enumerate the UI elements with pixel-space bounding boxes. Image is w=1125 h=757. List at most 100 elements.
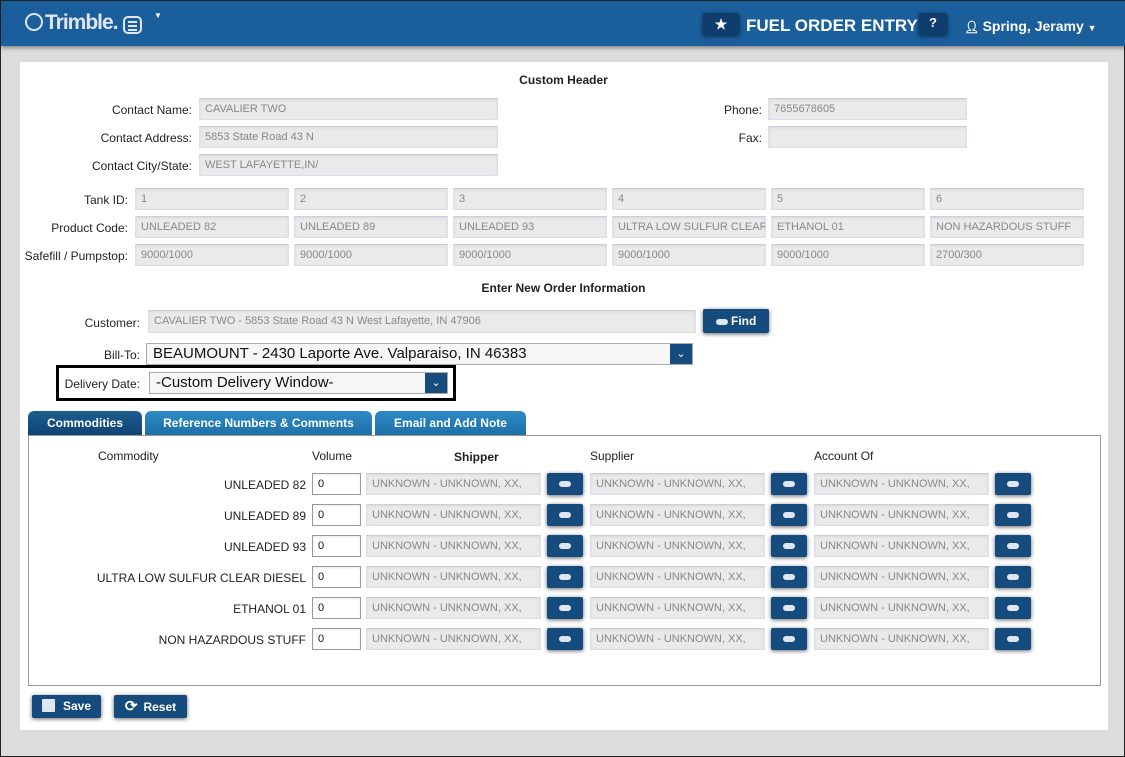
product-code-field[interactable]: NON HAZARDOUS STUFF bbox=[930, 216, 1084, 238]
tab-commodities[interactable]: Commodities bbox=[28, 411, 142, 436]
volume-input[interactable]: 0 bbox=[312, 597, 361, 619]
product-code-field[interactable]: ULTRA LOW SULFUR CLEAR DIESEL bbox=[612, 216, 766, 238]
shipper-lookup-button[interactable] bbox=[547, 628, 583, 650]
tank-id-field[interactable]: 3 bbox=[453, 188, 607, 210]
safefill-pumpstop-field[interactable]: 9000/1000 bbox=[612, 244, 766, 266]
supplier-lookup-button[interactable] bbox=[771, 473, 807, 495]
account-of-field[interactable]: UNKNOWN - UNKNOWN, XX, bbox=[814, 504, 989, 526]
phone-label: Phone: bbox=[723, 103, 762, 117]
safefill-pumpstop-field[interactable]: 9000/1000 bbox=[294, 244, 448, 266]
supplier-lookup-button[interactable] bbox=[771, 566, 807, 588]
supplier-lookup-button[interactable] bbox=[771, 628, 807, 650]
supplier-field[interactable]: UNKNOWN - UNKNOWN, XX, bbox=[590, 597, 765, 619]
product-code-field[interactable]: UNLEADED 93 bbox=[453, 216, 607, 238]
contact-name-field[interactable]: CAVALIER TWO bbox=[199, 98, 498, 120]
favorite-star-button[interactable]: ★ bbox=[703, 13, 739, 35]
supplier-field[interactable]: UNKNOWN - UNKNOWN, XX, bbox=[590, 473, 765, 495]
supplier-field[interactable]: UNKNOWN - UNKNOWN, XX, bbox=[590, 504, 765, 526]
volume-input[interactable]: 0 bbox=[312, 504, 361, 526]
binoculars-icon bbox=[1007, 481, 1019, 487]
reset-label: Reset bbox=[143, 700, 177, 714]
contact-address-field[interactable]: 5853 State Road 43 N bbox=[199, 126, 498, 148]
tab-email-note[interactable]: Email and Add Note bbox=[375, 411, 526, 436]
find-button[interactable]: Find bbox=[703, 309, 769, 333]
commodity-name: NON HAZARDOUS STUFF bbox=[158, 633, 306, 647]
shipper-field[interactable]: UNKNOWN - UNKNOWN, XX, bbox=[366, 504, 541, 526]
supplier-lookup-button[interactable] bbox=[771, 597, 807, 619]
commodity-name: UNLEADED 93 bbox=[223, 540, 306, 554]
menu-icon[interactable] bbox=[123, 16, 142, 34]
account-of-field[interactable]: UNKNOWN - UNKNOWN, XX, bbox=[814, 473, 989, 495]
shipper-lookup-button[interactable] bbox=[547, 535, 583, 557]
user-menu[interactable]: 👤︎ Spring, Jeramy ▼ bbox=[964, 18, 1097, 34]
fax-label: Fax: bbox=[738, 131, 762, 145]
tank-id-label: Tank ID: bbox=[83, 193, 128, 207]
tank-id-field[interactable]: 6 bbox=[930, 188, 1084, 210]
tank-id-field[interactable]: 4 bbox=[612, 188, 766, 210]
tank-id-field[interactable]: 5 bbox=[771, 188, 925, 210]
refresh-icon: ⟳ bbox=[124, 698, 138, 715]
safefill-pumpstop-field[interactable]: 9000/1000 bbox=[771, 244, 925, 266]
account-of-lookup-button[interactable] bbox=[995, 473, 1031, 495]
shipper-lookup-button[interactable] bbox=[547, 473, 583, 495]
shipper-field[interactable]: UNKNOWN - UNKNOWN, XX, bbox=[366, 597, 541, 619]
safefill-pumpstop-field[interactable]: 9000/1000 bbox=[453, 244, 607, 266]
billto-label: Bill-To: bbox=[103, 348, 140, 362]
product-code-field[interactable]: ETHANOL 01 bbox=[771, 216, 925, 238]
tab-reference-numbers[interactable]: Reference Numbers & Comments bbox=[145, 411, 372, 436]
account-of-field[interactable]: UNKNOWN - UNKNOWN, XX, bbox=[814, 597, 989, 619]
account-of-field[interactable]: UNKNOWN - UNKNOWN, XX, bbox=[814, 628, 989, 650]
star-icon: ★ bbox=[714, 16, 728, 32]
help-button[interactable]: ? bbox=[919, 13, 947, 35]
account-of-field[interactable]: UNKNOWN - UNKNOWN, XX, bbox=[814, 566, 989, 588]
customer-field[interactable]: CAVALIER TWO - 5853 State Road 43 N West… bbox=[148, 310, 696, 333]
fax-field[interactable] bbox=[768, 126, 967, 148]
contact-city-field[interactable]: WEST LAFAYETTE,IN/ bbox=[199, 154, 498, 176]
supplier-field[interactable]: UNKNOWN - UNKNOWN, XX, bbox=[590, 566, 765, 588]
delivery-date-label: Delivery Date: bbox=[64, 377, 140, 391]
shipper-field[interactable]: UNKNOWN - UNKNOWN, XX, bbox=[366, 628, 541, 650]
shipper-field[interactable]: UNKNOWN - UNKNOWN, XX, bbox=[366, 473, 541, 495]
supplier-header: Supplier bbox=[590, 449, 635, 463]
tank-id-field[interactable]: 2 bbox=[294, 188, 448, 210]
product-code-field[interactable]: UNLEADED 82 bbox=[135, 216, 289, 238]
volume-header: Volume bbox=[312, 449, 353, 463]
phone-field[interactable]: 7655678605 bbox=[768, 98, 967, 120]
safefill-pumpstop-field[interactable]: 2700/300 bbox=[930, 244, 1084, 266]
volume-input[interactable]: 0 bbox=[312, 628, 361, 650]
reset-button[interactable]: ⟳ Reset bbox=[114, 695, 187, 718]
shipper-lookup-button[interactable] bbox=[547, 504, 583, 526]
safefill-pumpstop-field[interactable]: 9000/1000 bbox=[135, 244, 289, 266]
account-of-field[interactable]: UNKNOWN - UNKNOWN, XX, bbox=[814, 535, 989, 557]
account-of-lookup-button[interactable] bbox=[995, 628, 1031, 650]
shipper-field[interactable]: UNKNOWN - UNKNOWN, XX, bbox=[366, 566, 541, 588]
volume-input[interactable]: 0 bbox=[312, 566, 361, 588]
supplier-field[interactable]: UNKNOWN - UNKNOWN, XX, bbox=[590, 628, 765, 650]
volume-input[interactable]: 0 bbox=[312, 473, 361, 495]
caret-down-icon[interactable]: ▼ bbox=[154, 11, 162, 20]
supplier-field[interactable]: UNKNOWN - UNKNOWN, XX, bbox=[590, 535, 765, 557]
shipper-field[interactable]: UNKNOWN - UNKNOWN, XX, bbox=[366, 535, 541, 557]
account-of-lookup-button[interactable] bbox=[995, 566, 1031, 588]
trimble-logo[interactable]: Trimble. bbox=[25, 11, 119, 35]
tank-id-field[interactable]: 1 bbox=[135, 188, 289, 210]
save-button[interactable]: Save bbox=[32, 695, 101, 718]
commodity-header: Commodity bbox=[98, 449, 159, 463]
account-of-lookup-button[interactable] bbox=[995, 535, 1031, 557]
shipper-lookup-button[interactable] bbox=[547, 566, 583, 588]
chevron-down-icon[interactable]: ⌄ bbox=[425, 373, 447, 393]
account-of-lookup-button[interactable] bbox=[995, 597, 1031, 619]
volume-input[interactable]: 0 bbox=[312, 535, 361, 557]
account-of-lookup-button[interactable] bbox=[995, 504, 1031, 526]
chevron-down-icon[interactable]: ⌄ bbox=[670, 344, 692, 364]
shipper-lookup-button[interactable] bbox=[547, 597, 583, 619]
delivery-date-value: -Custom Delivery Window- bbox=[156, 374, 334, 391]
product-code-field[interactable]: UNLEADED 89 bbox=[294, 216, 448, 238]
supplier-lookup-button[interactable] bbox=[771, 504, 807, 526]
delivery-date-select[interactable]: -Custom Delivery Window- ⌄ bbox=[149, 372, 448, 394]
binoculars-icon bbox=[559, 605, 571, 611]
floppy-disk-icon bbox=[41, 699, 55, 712]
supplier-lookup-button[interactable] bbox=[771, 535, 807, 557]
safefill-pumpstop-label: Safefill / Pumpstop: bbox=[24, 249, 128, 263]
billto-select[interactable]: BEAUMOUNT - 2430 Laporte Ave. Valparaiso… bbox=[146, 343, 693, 365]
